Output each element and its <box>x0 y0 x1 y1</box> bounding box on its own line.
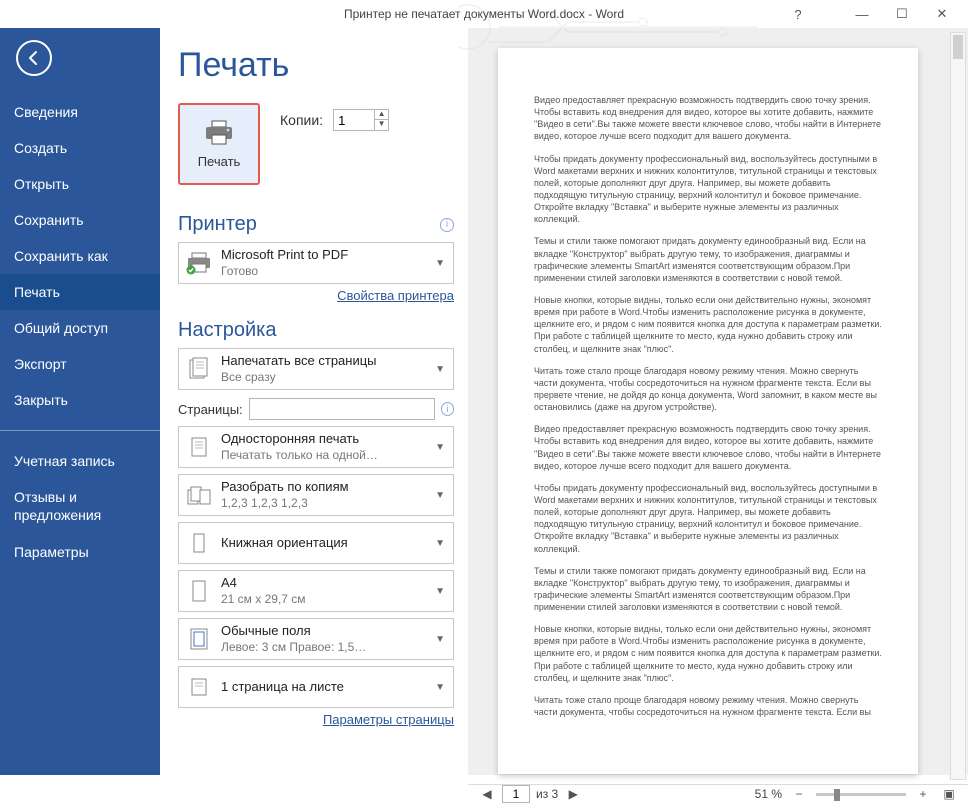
pages-input[interactable] <box>249 398 435 420</box>
margins-select[interactable]: Обычные поля Левое: 3 см Правое: 1,5… ▼ <box>178 618 454 660</box>
preview-paragraph: Новые кнопки, которые видны, только если… <box>534 623 882 684</box>
collate-icon <box>185 481 213 509</box>
preview-paragraph: Чтобы придать документу профессиональный… <box>534 482 882 555</box>
back-button[interactable] <box>16 40 52 76</box>
single-side-icon <box>185 433 213 461</box>
page-setup-link[interactable]: Параметры страницы <box>178 712 454 727</box>
preview-pane: Видео предоставляет прекрасную возможнос… <box>468 28 968 775</box>
copies-input[interactable] <box>334 110 374 130</box>
preview-paragraph: Видео предоставляет прекрасную возможнос… <box>534 94 882 143</box>
nav-save[interactable]: Сохранить <box>0 202 160 238</box>
nav-share[interactable]: Общий доступ <box>0 310 160 346</box>
title-bar: Принтер не печатает документы Word.docx … <box>0 0 968 28</box>
printer-heading: Принтер i <box>178 213 454 236</box>
pages-per-sheet-select[interactable]: 1 страница на листе ▼ <box>178 666 454 708</box>
info-icon[interactable]: i <box>440 218 454 232</box>
printer-ready-icon <box>185 249 213 277</box>
spinner-down[interactable]: ▼ <box>375 120 388 130</box>
printer-properties-link[interactable]: Свойства принтера <box>178 288 454 303</box>
preview-paragraph: Темы и стили также помогают придать доку… <box>534 565 882 614</box>
printer-icon <box>204 120 234 146</box>
collate-select[interactable]: Разобрать по копиям 1,2,3 1,2,3 1,2,3 ▼ <box>178 474 454 516</box>
printer-select[interactable]: Microsoft Print to PDF Готово ▼ <box>178 242 454 284</box>
next-page-button[interactable]: ▶ <box>564 787 582 801</box>
nav-saveas[interactable]: Сохранить как <box>0 238 160 274</box>
zoom-to-page-button[interactable]: ▣ <box>940 787 958 801</box>
chevron-down-icon: ▼ <box>433 682 447 693</box>
page-number-input[interactable] <box>502 785 530 803</box>
printer-name: Microsoft Print to PDF <box>221 247 425 263</box>
copies-spinner[interactable]: ▲▼ <box>333 109 389 131</box>
document-title: Принтер не печатает документы Word.docx … <box>344 7 624 21</box>
preview-scrollbar[interactable] <box>950 32 966 780</box>
help-button[interactable]: ? <box>778 3 818 25</box>
zoom-in-button[interactable]: + <box>914 787 932 801</box>
chevron-down-icon: ▼ <box>433 634 447 645</box>
print-button[interactable]: Печать <box>178 103 260 185</box>
preview-status-bar: ◀ из 3 ▶ 51 % − + ▣ <box>468 784 968 803</box>
one-per-sheet-icon <box>185 673 213 701</box>
info-icon[interactable]: i <box>441 402 454 416</box>
nav-info[interactable]: Сведения <box>0 94 160 130</box>
copies-label: Копии: <box>280 112 323 128</box>
prev-page-button[interactable]: ◀ <box>478 787 496 801</box>
settings-heading: Настройка <box>178 319 454 342</box>
zoom-slider[interactable] <box>816 793 906 796</box>
chevron-down-icon: ▼ <box>433 586 447 597</box>
nav-export[interactable]: Экспорт <box>0 346 160 382</box>
printer-status: Готово <box>221 264 425 279</box>
preview-paragraph: Новые кнопки, которые видны, только если… <box>534 294 882 355</box>
nav-divider <box>0 430 160 431</box>
paper-size-select[interactable]: A4 21 см x 29,7 см ▼ <box>178 570 454 612</box>
orientation-select[interactable]: Книжная ориентация ▼ <box>178 522 454 564</box>
preview-paragraph: Чтобы придать документу профессиональный… <box>534 153 882 226</box>
preview-paragraph: Видео предоставляет прекрасную возможнос… <box>534 423 882 472</box>
chevron-down-icon: ▼ <box>433 258 447 269</box>
zoom-label: 51 % <box>755 787 782 801</box>
nav-close[interactable]: Закрыть <box>0 382 160 418</box>
pages-label: Страницы: <box>178 402 243 417</box>
preview-page: Видео предоставляет прекрасную возможнос… <box>498 48 918 774</box>
print-settings-pane: Печать Печать Копии: ▲▼ <box>160 28 468 775</box>
minimize-button[interactable]: — <box>842 3 882 25</box>
nav-feedback[interactable]: Отзывы и предложения <box>0 479 160 534</box>
maximize-button[interactable]: ☐ <box>882 3 922 25</box>
margins-icon <box>185 625 213 653</box>
print-button-label: Печать <box>198 154 241 169</box>
pages-stack-icon <box>185 355 213 383</box>
close-window-button[interactable]: ✕ <box>922 3 962 25</box>
nav-print[interactable]: Печать <box>0 274 160 310</box>
print-range-select[interactable]: Напечатать все страницы Все сразу ▼ <box>178 348 454 390</box>
nav-open[interactable]: Открыть <box>0 166 160 202</box>
page-title: Печать <box>178 46 454 85</box>
page-total-label: из 3 <box>536 787 558 801</box>
duplex-select[interactable]: Односторонняя печать Печатать только на … <box>178 426 454 468</box>
chevron-down-icon: ▼ <box>433 364 447 375</box>
chevron-down-icon: ▼ <box>433 442 447 453</box>
nav-options[interactable]: Параметры <box>0 534 160 570</box>
portrait-icon <box>185 529 213 557</box>
paper-icon <box>185 577 213 605</box>
preview-paragraph: Темы и стили также помогают придать доку… <box>534 235 882 284</box>
zoom-out-button[interactable]: − <box>790 787 808 801</box>
preview-paragraph: Читать тоже стало проще благодаря новому… <box>534 365 882 414</box>
nav-create[interactable]: Создать <box>0 130 160 166</box>
chevron-down-icon: ▼ <box>433 538 447 549</box>
preview-paragraph: Читать тоже стало проще благодаря новому… <box>534 694 882 718</box>
arrow-left-icon <box>25 49 43 67</box>
backstage-sidebar: Сведения Создать Открыть Сохранить Сохра… <box>0 28 160 775</box>
chevron-down-icon: ▼ <box>433 490 447 501</box>
nav-account[interactable]: Учетная запись <box>0 443 160 479</box>
